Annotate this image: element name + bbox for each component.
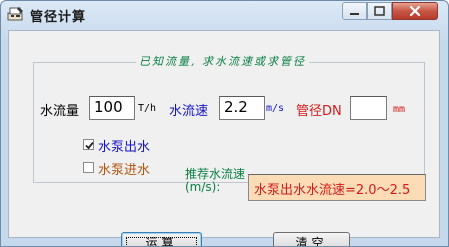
maximize-button[interactable] (367, 2, 392, 20)
calculate-button[interactable]: 运算 (121, 232, 202, 246)
pump-outlet-checkbox[interactable] (83, 139, 94, 150)
diameter-input[interactable] (350, 96, 387, 120)
pump-outlet-label[interactable]: 水泵出水 (98, 136, 150, 155)
recommend-speed-box: 水泵出水水流速=2.0～2.5 (248, 174, 426, 201)
focus-rect (126, 237, 197, 246)
group-legend: 已知流量, 求水流速或求管径 (136, 53, 309, 69)
diameter-label: 管径DN (296, 104, 342, 119)
app-icon (7, 6, 25, 22)
clear-button-label: 清空 (295, 236, 328, 247)
minimize-icon (350, 13, 359, 15)
title-bar[interactable]: 管径计算 (1, 1, 448, 28)
pump-inlet-checkbox[interactable] (83, 162, 94, 173)
speed-input[interactable]: 2.2 (219, 96, 265, 120)
recommend-speed-label: 推荐水流速(m/s): (185, 167, 246, 194)
diameter-unit: mm (393, 104, 406, 115)
app-window: 管径计算 已知流量, 求水流速或求管径 水流量 100 T/h 水流速 2.2 … (0, 0, 449, 247)
close-button[interactable] (392, 2, 438, 20)
client-area: 已知流量, 求水流速或求管径 水流量 100 T/h 水流速 2.2 m/s 管… (8, 30, 440, 246)
checkmark-icon (85, 141, 94, 150)
minimize-button[interactable] (342, 2, 367, 20)
flow-input[interactable]: 100 (89, 96, 135, 120)
flow-unit: T/h (138, 103, 157, 114)
close-icon (409, 5, 421, 17)
window-title: 管径计算 (30, 10, 87, 25)
speed-label: 水流速 (169, 104, 209, 119)
maximize-icon (374, 6, 385, 16)
pump-inlet-label[interactable]: 水泵进水 (98, 159, 150, 178)
flow-label: 水流量 (40, 104, 80, 119)
speed-unit: m/s (266, 103, 285, 114)
clear-button[interactable]: 清空 (273, 232, 350, 247)
